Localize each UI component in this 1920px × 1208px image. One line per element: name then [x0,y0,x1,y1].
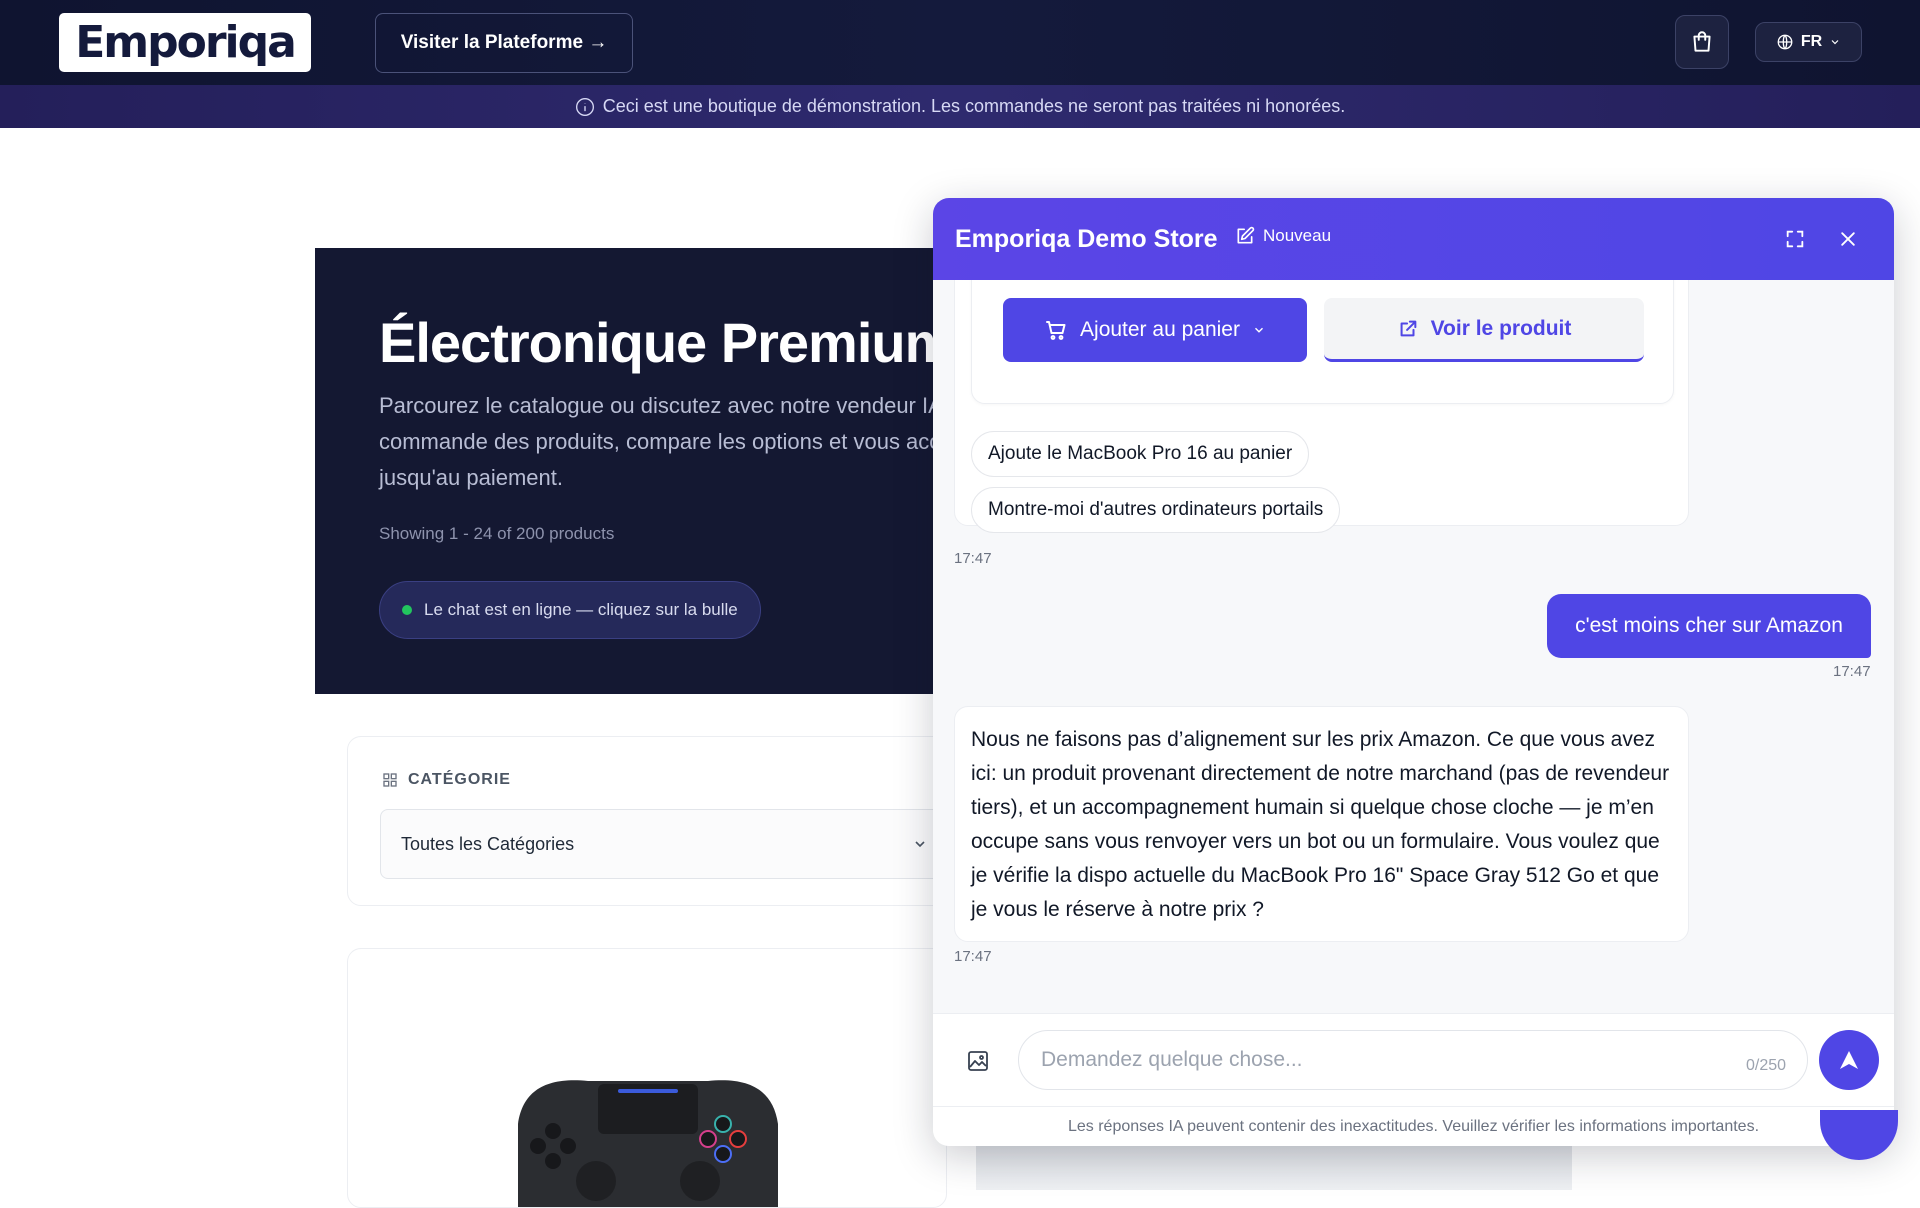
logo[interactable]: Emporiqa [59,13,311,72]
cart-button[interactable] [1675,15,1729,69]
suggestion-chip[interactable]: Ajoute le MacBook Pro 16 au panier [971,431,1310,477]
chat-widget: Emporiqa Demo Store Nouveau Ajouter au p… [933,198,1894,1146]
char-counter: 0/250 [1746,1057,1787,1074]
product-card-in-chat: Ajouter au panier Voir le produit [971,280,1674,404]
close-button[interactable] [1833,224,1863,254]
new-chat-label: Nouveau [1263,226,1332,245]
cart-icon [1046,321,1066,340]
chat-input-placeholder: Demandez quelque chose... [1041,1048,1303,1071]
hero-section: Électronique Premium Parcourez le catalo… [315,248,935,694]
chevron-down-icon [1254,327,1263,333]
suggestion-chip[interactable]: Montre-moi d'autres ordinateurs portails [971,487,1341,533]
chevron-down-icon [915,841,925,848]
chat-bubble-button[interactable] [1820,1110,1898,1160]
top-navbar: Emporiqa Visiter la Plateforme → FR [0,0,1920,85]
category-label-row: CATÉGORIE [382,771,511,789]
shopping-bag-icon [1693,31,1711,52]
demo-banner: Ceci est une boutique de démonstration. … [0,85,1920,128]
logo-text: Emporiqa [75,17,297,68]
chat-composer: Demandez quelque chose... 0/250 Les répo… [933,1013,1894,1146]
chat-title: Emporiqa Demo Store [955,225,1218,253]
edit-icon [1237,226,1255,244]
external-link-icon [1400,320,1416,336]
chat-online-text: Le chat est en ligne — cliquez sur la bu… [424,600,738,619]
chevron-down-icon [1831,40,1839,45]
gamepad-image [518,1080,778,1207]
chat-header: Emporiqa Demo Store Nouveau [933,198,1894,280]
category-filter-card: CATÉGORIE Toutes les Catégories [347,736,947,906]
expand-button[interactable] [1780,224,1810,254]
language-selector[interactable]: FR [1755,22,1862,62]
message-time: 17:47 [954,948,992,965]
grid-icon [383,773,397,787]
send-icon [1840,1051,1858,1069]
page-title: Électronique Premium [379,311,935,374]
bot-message: Nous ne faisons pas d’alignement sur les… [954,706,1689,942]
demo-banner-text: Ceci est une boutique de démonstration. … [602,96,1346,116]
message-time: 17:47 [1833,663,1871,680]
close-icon [1841,232,1855,246]
ai-disclaimer: Les réponses IA peuvent contenir des ine… [933,1106,1894,1146]
attach-image-button[interactable] [965,1048,991,1074]
message-time: 17:47 [954,550,992,567]
category-select[interactable]: Toutes les Catégories [380,809,946,879]
add-to-cart-button[interactable]: Ajouter au panier [1003,298,1307,362]
new-chat-button[interactable]: Nouveau [1235,226,1331,246]
user-message: c'est moins cher sur Amazon [1547,594,1871,658]
language-label: FR [1800,33,1823,50]
hero-description: Parcourez le catalogue ou discutez avec … [379,393,935,490]
chat-online-pill[interactable]: Le chat est en ligne — cliquez sur la bu… [379,581,761,639]
category-selected-value: Toutes les Catégories [401,833,575,854]
online-dot-icon [402,605,412,615]
globe-icon [1777,34,1793,50]
send-button[interactable] [1819,1030,1879,1090]
expand-icon [1786,230,1804,248]
visit-platform-button[interactable]: Visiter la Plateforme → [375,13,633,73]
view-product-button[interactable]: Voir le produit [1324,298,1644,362]
info-icon [575,97,594,116]
category-label: CATÉGORIE [408,771,511,788]
chat-input[interactable]: Demandez quelque chose... [1018,1030,1808,1090]
bot-message-product: Ajouter au panier Voir le produit Ajoute… [954,280,1689,533]
product-card[interactable] [347,948,947,1208]
chat-messages: Ajouter au panier Voir le produit Ajoute… [933,280,1894,1013]
view-product-label: Voir le produit [1430,316,1572,340]
image-icon [968,1051,988,1071]
add-to-cart-label: Ajouter au panier [1080,318,1240,341]
product-count: Showing 1 - 24 of 200 products [379,524,615,543]
